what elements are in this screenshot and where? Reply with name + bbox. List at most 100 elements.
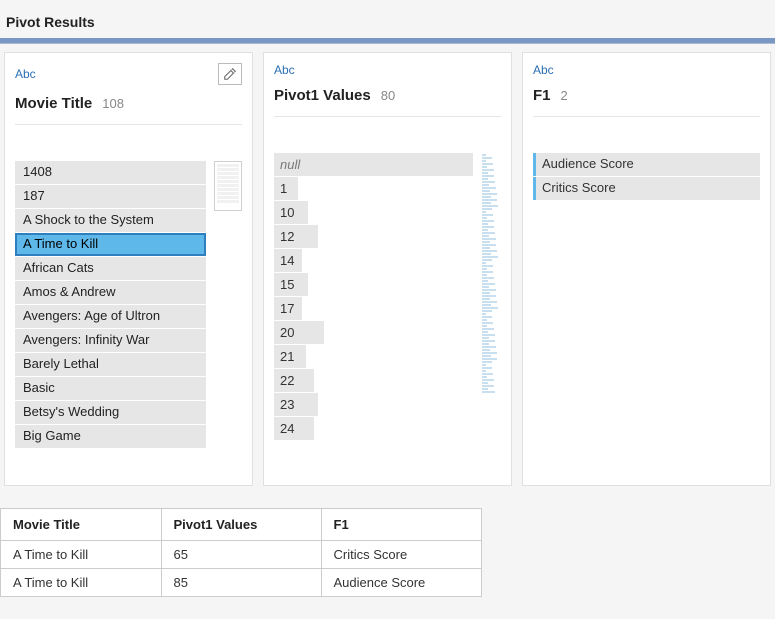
bar-fill: 14 [274,249,302,272]
minimap-bar [482,313,486,315]
minimap-bar [482,289,496,291]
list-item[interactable]: 20 [274,321,473,344]
panels-container: Abc Movie Title 108 1408187A Shock to the S… [0,52,775,486]
minimap-bar [482,346,496,348]
list-item[interactable]: 187 [15,185,206,208]
minimap-bar [482,172,488,174]
table-header[interactable]: Movie Title [1,509,161,541]
minimap-bar [482,229,488,231]
minimap-bar [482,268,487,270]
field-count: 2 [561,88,568,103]
minimap-bar [482,157,492,159]
field-panel: AbcPivot1 Values80null110121415172021222… [263,52,512,486]
divider-bar [0,38,775,44]
field-count: 108 [102,96,124,111]
field-name: Movie Title [15,95,92,112]
minimap-bar [482,376,487,378]
minimap-bar [482,241,490,243]
field-name: Pivot1 Values [274,87,371,104]
minimap-row [217,176,239,179]
table-row[interactable]: A Time to Kill85Audience Score [1,569,481,597]
edit-field-button[interactable] [218,63,242,85]
value-list: null110121415172021222324 [274,153,473,440]
minimap-row [217,168,239,171]
list-item[interactable]: 21 [274,345,473,368]
list-item[interactable]: Critics Score [533,177,760,200]
minimap-bar [482,250,497,252]
list-item[interactable]: Avengers: Age of Ultron [15,305,206,328]
list-item[interactable]: African Cats [15,257,206,280]
minimap-bar [482,169,494,171]
bar-fill: 22 [274,369,314,392]
list-item[interactable]: 10 [274,201,473,224]
minimap-bar [482,361,492,363]
list-item[interactable]: Basic [15,377,206,400]
list-item[interactable]: 12 [274,225,473,248]
minimap-bar [482,349,490,351]
minimap-row [217,184,239,187]
table-header[interactable]: Pivot1 Values [161,509,321,541]
bar-fill: 21 [274,345,306,368]
minimap-bar [482,337,489,339]
minimap-bar [482,310,492,312]
minimap[interactable] [214,161,242,211]
minimap-bar [482,325,487,327]
list-item[interactable]: Betsy's Wedding [15,401,206,424]
field-count: 80 [381,88,395,103]
minimap-bar [482,259,492,261]
minimap-bar [482,211,486,213]
minimap-bar [482,253,491,255]
pencil-icon [223,67,237,81]
bar-fill: null [274,153,473,176]
minimap-bar [482,196,491,198]
panel-divider [533,116,760,117]
list-item[interactable]: 17 [274,297,473,320]
minimap-bar [482,382,488,384]
minimap-row [217,192,239,195]
minimap-bar [482,214,493,216]
minimap-row [217,164,239,167]
bar-fill: 12 [274,225,318,248]
list-item[interactable]: 15 [274,273,473,296]
list-item[interactable]: Avengers: Infinity War [15,329,206,352]
bar-fill: 1 [274,177,298,200]
minimap-bar [482,295,496,297]
field-name-row: Movie Title 108 [15,95,242,112]
minimap[interactable] [481,153,501,443]
table-row[interactable]: A Time to Kill65Critics Score [1,541,481,569]
list-item[interactable]: Audience Score [533,153,760,176]
minimap-bar [482,331,488,333]
minimap-row [217,196,239,199]
minimap-bar [482,226,494,228]
table-cell: A Time to Kill [1,569,161,597]
list-item[interactable]: 22 [274,369,473,392]
minimap-bar [482,322,493,324]
list-item[interactable]: 1408 [15,161,206,184]
minimap-row [217,188,239,191]
table-header[interactable]: F1 [321,509,481,541]
minimap-bar [482,163,493,165]
list-item[interactable]: Barely Lethal [15,353,206,376]
minimap-bar [482,379,494,381]
list-item[interactable]: 14 [274,249,473,272]
list-item[interactable]: 23 [274,393,473,416]
list-item[interactable]: A Shock to the System [15,209,206,232]
list-item[interactable]: 24 [274,417,473,440]
minimap-bar [482,355,491,357]
minimap-bar [482,373,493,375]
minimap-bar [482,277,494,279]
list-item[interactable]: null [274,153,473,176]
table-cell: Audience Score [321,569,481,597]
list-item[interactable]: 1 [274,177,473,200]
value-list: Audience ScoreCritics Score [533,153,760,200]
list-item[interactable]: A Time to Kill [15,233,206,256]
type-badge: Abc [15,67,36,81]
panel-divider [15,124,242,125]
minimap-bar [482,283,495,285]
list-item[interactable]: Big Game [15,425,206,448]
list-item[interactable]: Amos & Andrew [15,281,206,304]
minimap-bar [482,301,497,303]
minimap-bar [482,280,488,282]
panel-header: Abc [15,63,242,85]
minimap-bar [482,298,490,300]
